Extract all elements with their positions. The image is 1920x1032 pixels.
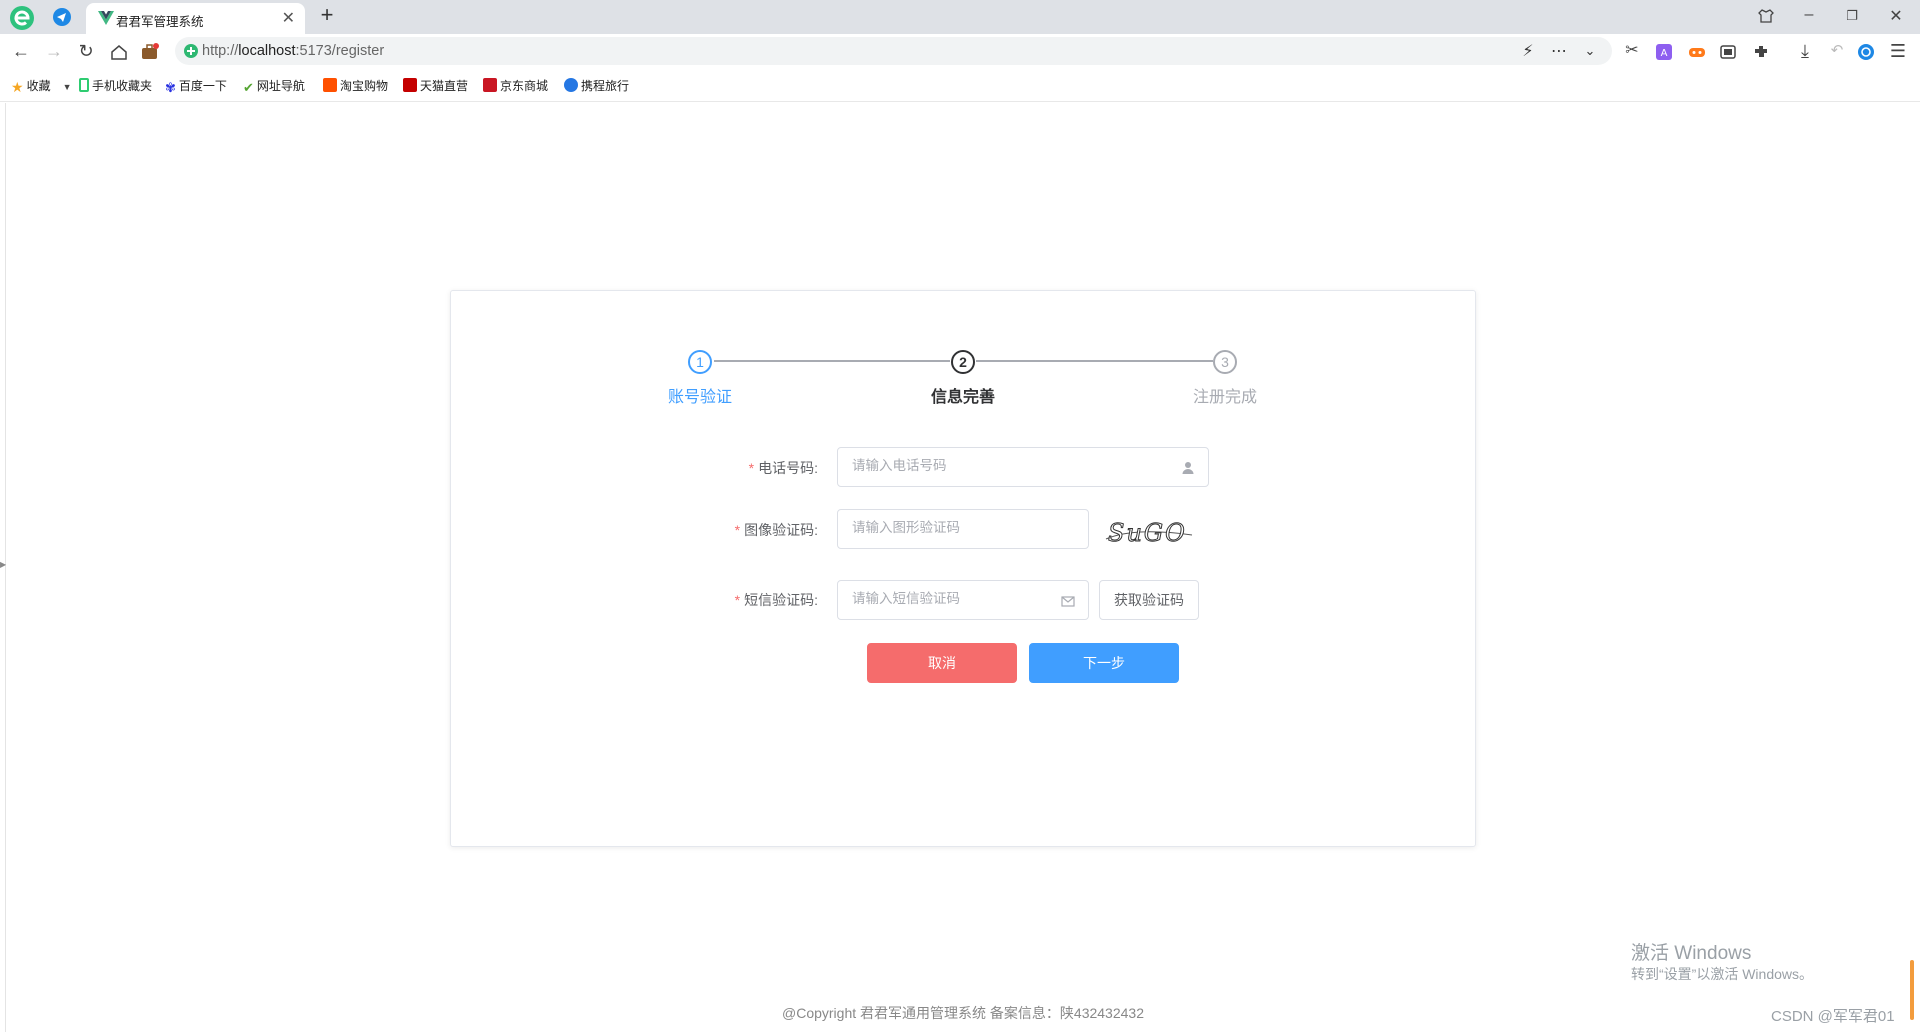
shirt-icon[interactable] <box>1757 7 1775 25</box>
lightning-icon[interactable]: ⚡ <box>1518 41 1538 61</box>
bookmark-favorites[interactable]: ★ 收藏 ▼ <box>11 77 72 95</box>
new-tab-icon[interactable]: + <box>316 2 338 28</box>
side-expand-icon[interactable]: ▶ <box>0 560 6 569</box>
minimize-icon[interactable]: – <box>1799 6 1819 24</box>
user-icon <box>1182 462 1194 474</box>
get-sms-code-button[interactable]: 获取验证码 <box>1099 580 1199 620</box>
vue-icon <box>98 11 114 25</box>
cancel-button[interactable]: 取消 <box>867 643 1017 683</box>
chevron-down-icon[interactable]: ⌄ <box>1580 43 1600 59</box>
phone-input[interactable] <box>852 458 1148 473</box>
forward-icon[interactable]: → <box>44 41 64 61</box>
required-mark: * <box>734 522 741 538</box>
taobao-icon <box>323 78 337 92</box>
step-1-label: 账号验证 <box>667 389 732 406</box>
bookmark-mobile[interactable]: 手机收藏夹 <box>79 77 152 93</box>
step-connector-2 <box>976 360 1213 362</box>
step-2-label: 信息完善 <box>930 389 995 406</box>
download-icon[interactable]: ⤓ <box>1795 41 1815 61</box>
window-close-icon[interactable]: ✕ <box>1886 6 1906 26</box>
bookmarks-bar: ★ 收藏 ▼ 手机收藏夹 ✾ 百度一下 ✔ 网址导航 淘宝购物 天猫直营 京东商城 携程… <box>0 68 1920 102</box>
briefcase-icon[interactable] <box>141 43 159 61</box>
phone-field[interactable] <box>837 447 1209 487</box>
windows-activation-subtitle: 转到“设置”以激活 Windows。 <box>1631 966 1814 982</box>
bookmark-baidu[interactable]: ✾ 百度一下 <box>165 77 227 95</box>
tmall-icon <box>403 78 417 92</box>
step-3-circle: 3 <box>1213 350 1237 374</box>
translate-icon[interactable]: A <box>1655 43 1673 61</box>
scrollbar-indicator[interactable] <box>1910 960 1914 1020</box>
svg-text:A: A <box>1661 48 1668 59</box>
baidu-paw-icon: ✾ <box>165 80 176 95</box>
bookmark-tmall[interactable]: 天猫直营 <box>403 77 468 93</box>
bookmark-ctrip[interactable]: 携程旅行 <box>564 77 629 93</box>
bookmark-jd[interactable]: 京东商城 <box>483 77 548 93</box>
ctrip-icon <box>564 78 578 92</box>
more-icon[interactable]: ⋯ <box>1549 41 1569 61</box>
captcha-label: * 图像验证码: <box>734 522 818 538</box>
phone-label: * 电话号码: <box>748 460 818 476</box>
game-icon[interactable] <box>1688 43 1706 61</box>
hao123-icon: ✔ <box>243 80 254 95</box>
csdn-watermark: CSDN @军军君01 <box>1771 1008 1895 1025</box>
captcha-input[interactable] <box>852 520 1052 535</box>
sync-icon[interactable] <box>1857 43 1875 61</box>
jd-icon <box>483 78 497 92</box>
svg-text:SuGO: SuGO <box>1108 519 1187 547</box>
menu-icon[interactable]: ☰ <box>1888 41 1908 61</box>
required-mark: * <box>734 592 741 608</box>
required-mark: * <box>748 460 755 476</box>
star-icon: ★ <box>11 79 24 95</box>
message-icon <box>1061 596 1075 607</box>
home-icon[interactable] <box>110 43 128 61</box>
next-step-button[interactable]: 下一步 <box>1029 643 1179 683</box>
step-connector-1 <box>714 360 950 362</box>
secure-shield-icon <box>184 44 198 58</box>
step-1-circle: 1 <box>688 350 712 374</box>
tab-close-icon[interactable]: ✕ <box>282 8 295 28</box>
captcha-image[interactable]: SuGO <box>1104 517 1194 547</box>
tab-active[interactable]: 君君军管理系统 ✕ <box>86 3 305 34</box>
reload-icon[interactable]: ↻ <box>76 41 96 61</box>
pinned-tab-icon[interactable] <box>52 7 72 27</box>
caret-down-icon[interactable]: ▼ <box>63 82 72 92</box>
scissors-icon[interactable]: ✂ <box>1622 41 1642 61</box>
sms-label: * 短信验证码: <box>734 592 818 608</box>
url-text[interactable]: http://localhost:5173/register <box>202 43 384 59</box>
screenshot-icon[interactable] <box>1719 43 1737 61</box>
extensions-icon[interactable] <box>1752 43 1770 61</box>
windows-activation-title: 激活 Windows <box>1631 943 1752 964</box>
captcha-field[interactable] <box>837 509 1089 549</box>
browser-tab-bar: 君君军管理系统 ✕ + – ❐ ✕ <box>0 0 1920 34</box>
step-2-circle: 2 <box>951 350 975 374</box>
sms-field[interactable] <box>837 580 1089 620</box>
bookmark-taobao[interactable]: 淘宝购物 <box>323 77 388 93</box>
address-bar[interactable]: http://localhost:5173/register ⚡ ⋯ ⌄ <box>175 37 1612 65</box>
tab-title: 君君军管理系统 <box>116 15 204 29</box>
sms-input[interactable] <box>852 591 1052 606</box>
undo-icon[interactable]: ↶ <box>1827 41 1847 61</box>
copyright-footer: @Copyright 君君军通用管理系统 备案信息：陕432432432 <box>782 1005 1144 1021</box>
bookmark-hao123[interactable]: ✔ 网址导航 <box>243 77 305 95</box>
browser-logo-icon[interactable] <box>9 5 35 31</box>
phone-icon <box>79 78 89 92</box>
back-icon[interactable]: ← <box>11 41 31 61</box>
step-3-label: 注册完成 <box>1192 389 1257 406</box>
browser-toolbar: ← → ↻ http://localhost:5173/register ⚡ ⋯… <box>0 34 1920 68</box>
restore-icon[interactable]: ❐ <box>1842 8 1862 24</box>
